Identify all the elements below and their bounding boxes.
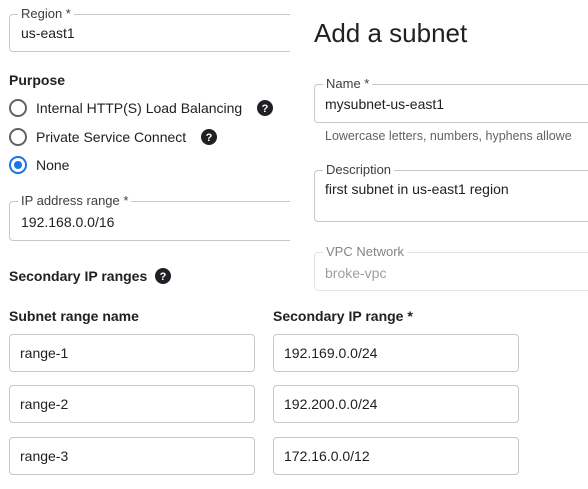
secondary-ip-range-value: 172.16.0.0/12	[284, 448, 370, 464]
secondary-ranges-title: Secondary IP ranges	[9, 268, 148, 284]
name-hint: Lowercase letters, numbers, hyphens allo…	[325, 129, 572, 143]
vpc-network-label: VPC Network	[323, 244, 408, 260]
help-circle-icon[interactable]: ?	[257, 100, 274, 116]
radio-internal-lb-label: Internal HTTP(S) Load Balancing	[36, 100, 243, 116]
radio-internal-lb[interactable]: Internal HTTP(S) Load Balancing ?	[9, 98, 274, 118]
name-field[interactable]: Name * mysubnet-us-east1	[314, 76, 588, 123]
svg-text:?: ?	[160, 271, 167, 283]
ip-address-range-label: IP address range *	[18, 193, 132, 209]
panel-title: Add a subnet	[314, 18, 468, 48]
name-value: mysubnet-us-east1	[325, 96, 445, 112]
subnet-range-name-input[interactable]: range-1	[9, 334, 255, 372]
region-label: Region *	[18, 6, 74, 22]
subnet-range-name-value: range-3	[20, 448, 69, 464]
svg-text:?: ?	[206, 132, 213, 144]
region-field[interactable]: Region * us-east1	[9, 6, 299, 52]
purpose-title: Purpose	[9, 72, 66, 88]
svg-text:?: ?	[262, 103, 269, 115]
radio-none-label: None	[36, 157, 70, 173]
column-header-subnet-range-name: Subnet range name	[9, 308, 139, 324]
secondary-ranges-header: Secondary IP ranges ?	[9, 268, 172, 284]
name-label: Name *	[323, 76, 373, 92]
radio-internal-lb-control[interactable]	[9, 99, 27, 117]
description-field[interactable]: Description first subnet in us-east1 reg…	[314, 162, 588, 222]
help-circle-icon[interactable]: ?	[201, 129, 218, 145]
radio-none-control[interactable]	[9, 156, 27, 174]
secondary-ip-range-input[interactable]: 172.16.0.0/12	[273, 437, 519, 475]
subnet-range-name-input[interactable]: range-3	[9, 437, 255, 475]
vpc-network-value: broke-vpc	[325, 265, 387, 281]
region-value: us-east1	[21, 25, 75, 41]
secondary-ip-range-input[interactable]: 192.169.0.0/24	[273, 334, 519, 372]
radio-private-service-connect-control[interactable]	[9, 128, 27, 146]
secondary-ip-range-value: 192.169.0.0/24	[284, 345, 378, 361]
description-label: Description	[323, 162, 395, 178]
subnet-range-name-value: range-1	[20, 345, 69, 361]
subnet-range-name-input[interactable]: range-2	[9, 385, 255, 423]
column-header-secondary-ip-range: Secondary IP range *	[273, 308, 413, 324]
subnet-range-name-value: range-2	[20, 396, 69, 412]
secondary-ip-range-input[interactable]: 192.200.0.0/24	[273, 385, 519, 423]
radio-private-service-connect[interactable]: Private Service Connect ?	[9, 127, 218, 147]
add-subnet-panel: Add a subnet Name * mysubnet-us-east1 Lo…	[290, 0, 588, 300]
ip-address-range-field[interactable]: IP address range * 192.168.0.0/16	[9, 193, 299, 241]
ip-address-range-value: 192.168.0.0/16	[21, 214, 115, 230]
help-circle-icon[interactable]: ?	[155, 268, 172, 284]
vpc-network-field: VPC Network broke-vpc	[314, 244, 588, 291]
secondary-ip-range-value: 192.200.0.0/24	[284, 396, 378, 412]
radio-none[interactable]: None	[9, 155, 69, 175]
description-value: first subnet in us-east1 region	[325, 181, 509, 197]
radio-private-service-connect-label: Private Service Connect	[36, 129, 187, 145]
